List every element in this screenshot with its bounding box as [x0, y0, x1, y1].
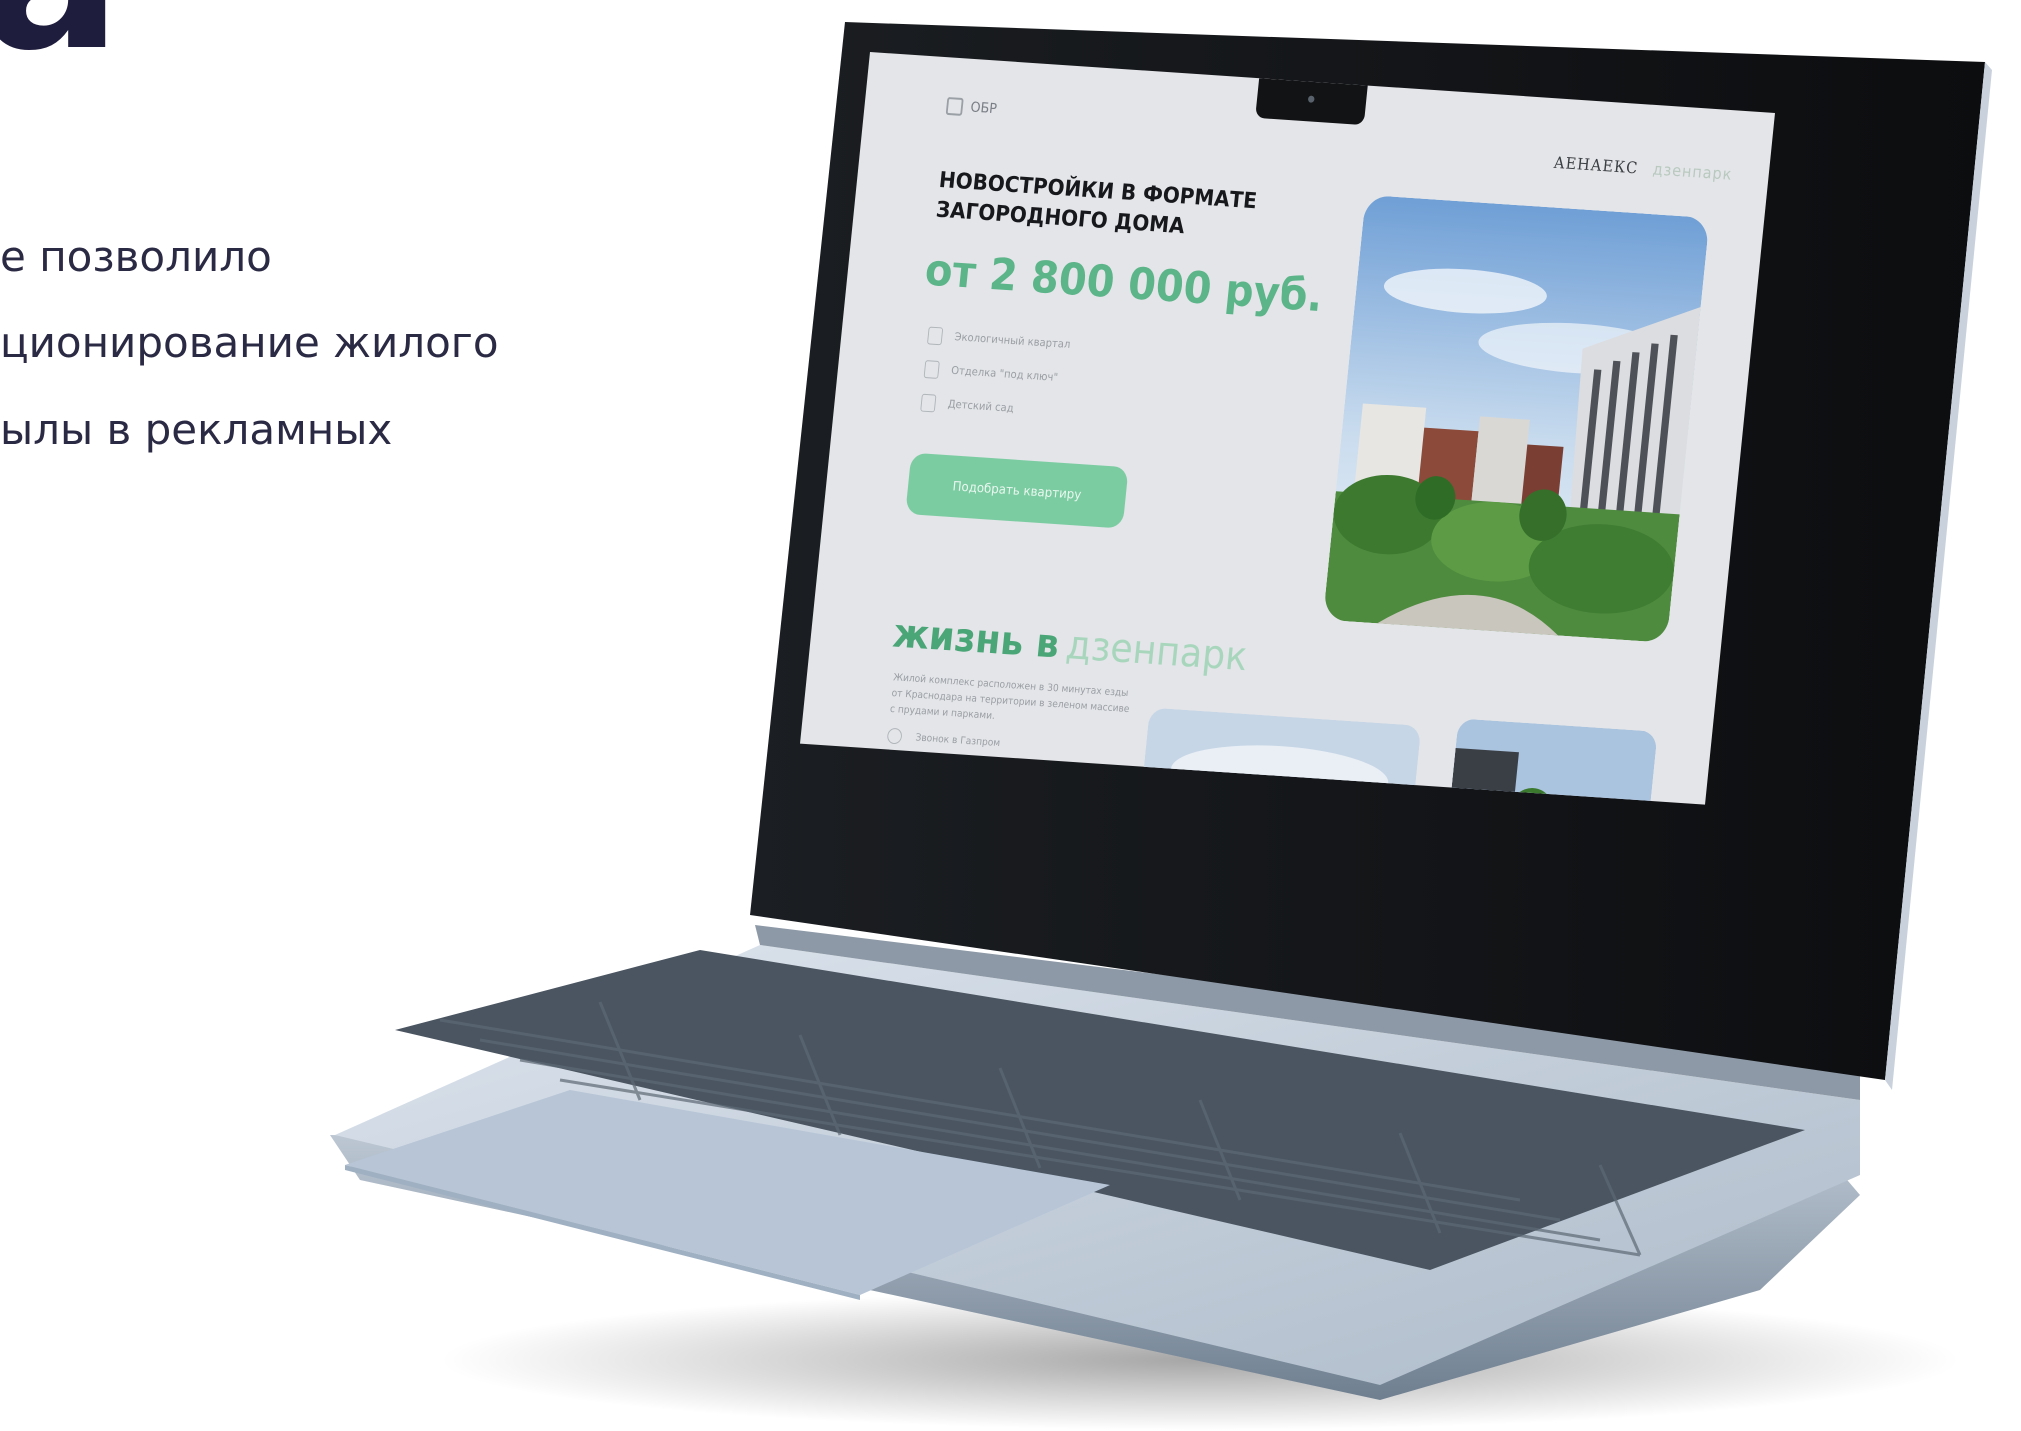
feature-item-2: Отделка "под ключ" [923, 360, 1059, 387]
feature-item-3: Детский сад [920, 393, 1015, 418]
site-logo-right-text: АЕНАЕКС [1552, 152, 1640, 178]
location-label: Звонок в Газпром [914, 732, 1001, 750]
life-title-brand: дзенпарк [1063, 622, 1250, 681]
leaf-icon [920, 393, 937, 413]
laptop-mockup: ОБР АЕНАЕКС дзенпарк НОВОСТРОЙКИ В ФОРМА… [0, 0, 2021, 1431]
house-icon [945, 97, 964, 116]
site-logo-right-ghost: дзенпарк [1651, 159, 1734, 184]
key-icon [923, 360, 940, 379]
feature-label: Отделка "под ключ" [950, 363, 1059, 384]
feature-item-1: Экологичный квартал [926, 326, 1071, 354]
feature-label: Детский сад [947, 397, 1015, 415]
location-item: Звонок в Газпром [886, 727, 1001, 751]
website-screen: ОБР АЕНАЕКС дзенпарк НОВОСТРОЙКИ В ФОРМА… [800, 52, 1775, 805]
hero-photo [1322, 194, 1710, 643]
site-logo-right[interactable]: АЕНАЕКС дзенпарк [1553, 153, 1733, 184]
site-logo-left[interactable]: ОБР [945, 97, 998, 118]
slide: а е позволило ционирование жилого ылы в … [0, 0, 2021, 1431]
feature-label: Экологичный квартал [953, 330, 1071, 351]
hero-price: от 2 800 000 руб. [922, 244, 1326, 323]
camera-notch [1255, 78, 1368, 126]
tree-icon [926, 326, 944, 346]
life-section-text: Жилой комплекс расположен в 30 минутах е… [889, 672, 1130, 722]
choose-apartment-button[interactable]: Подобрать квартиру [905, 452, 1129, 529]
pin-icon [886, 727, 903, 745]
site-logo-left-text: ОБР [969, 99, 998, 118]
life-title-text: жизнь в [890, 610, 1062, 668]
hero-title: НОВОСТРОЙКИ В ФОРМАТЕ ЗАГОРОДНОГО ДОМА [934, 168, 1258, 240]
life-section-title: жизнь вдзенпарк [891, 611, 1250, 680]
